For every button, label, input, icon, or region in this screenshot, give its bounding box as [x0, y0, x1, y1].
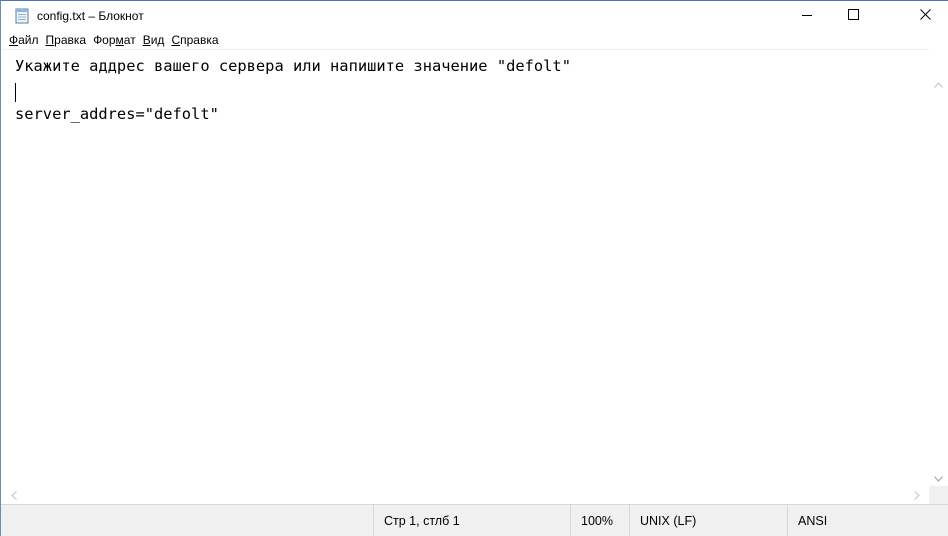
- horizontal-scrollbar[interactable]: [1, 486, 929, 504]
- title-bar[interactable]: config.txt – Блокнот: [1, 1, 948, 31]
- scroll-up-icon[interactable]: [929, 76, 948, 93]
- close-button[interactable]: [902, 1, 948, 31]
- minimize-button[interactable]: [784, 1, 830, 31]
- maximize-button[interactable]: [830, 1, 876, 31]
- encoding-status: ANSI: [787, 505, 948, 536]
- menu-view[interactable]: Вид: [140, 31, 169, 49]
- notepad-app-icon[interactable]: [14, 8, 30, 24]
- maximize-icon: [847, 7, 859, 25]
- minimize-icon: [802, 7, 812, 25]
- editor-content[interactable]: Укажите аддрес вашего сервера или напиши…: [1, 50, 929, 126]
- status-bar: Стр 1, стлб 1 100% UNIX (LF) ANSI: [1, 504, 948, 536]
- scroll-down-icon[interactable]: [929, 470, 948, 487]
- menu-file[interactable]: Файл: [6, 31, 43, 49]
- menu-help[interactable]: Справка: [168, 31, 222, 49]
- menu-format[interactable]: Формат: [90, 31, 140, 49]
- text-editor[interactable]: Укажите аддрес вашего сервера или напиши…: [1, 49, 929, 486]
- notepad-window: config.txt – Блокнот Файл Правка Формат …: [0, 0, 948, 536]
- scrollbar-corner: [929, 486, 948, 504]
- line-ending-status: UNIX (LF): [629, 505, 787, 536]
- menu-edit[interactable]: Правка: [43, 31, 91, 49]
- window-title: config.txt – Блокнот: [37, 9, 144, 23]
- text-caret: [15, 83, 16, 102]
- cursor-position-status: Стр 1, стлб 1: [373, 505, 570, 536]
- scroll-left-icon[interactable]: [5, 486, 22, 504]
- menu-bar: Файл Правка Формат Вид Справка: [1, 31, 948, 49]
- close-icon: [919, 7, 931, 25]
- zoom-status: 100%: [570, 505, 629, 536]
- scroll-right-icon[interactable]: [908, 486, 925, 504]
- vertical-scrollbar[interactable]: [929, 76, 948, 487]
